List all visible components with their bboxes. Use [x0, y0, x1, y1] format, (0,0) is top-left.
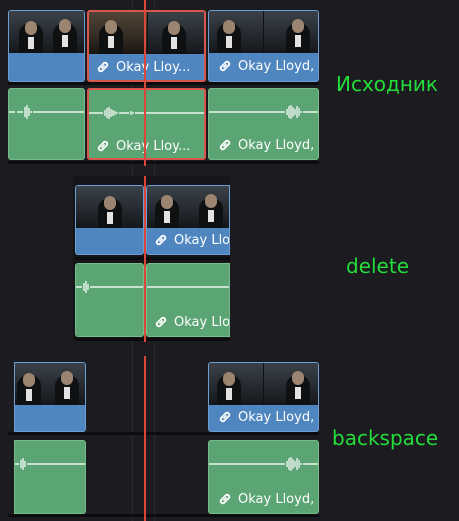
track-divider	[8, 514, 319, 517]
audio-waveform	[147, 286, 229, 288]
thumbnail-frame	[264, 11, 318, 53]
audio-clip[interactable]	[14, 440, 86, 514]
thumbnail-frame	[148, 12, 204, 54]
thumbnail-frame	[89, 12, 148, 54]
clip-label: Okay Llo	[153, 232, 230, 248]
audio-clip[interactable]	[8, 88, 85, 160]
clip-thumbnails	[147, 186, 229, 228]
thumbnail-frame	[76, 186, 143, 228]
link-icon	[219, 411, 231, 423]
clip-name: Okay Lloy...	[116, 59, 191, 75]
track-divider	[8, 161, 319, 164]
selected-video-clip[interactable]: Okay Lloy...	[87, 10, 206, 82]
playhead[interactable]	[144, 356, 146, 521]
thumbnail-frame	[209, 11, 264, 53]
clip-name: Okay Lloy...	[116, 138, 191, 154]
video-clip[interactable]: Okay Llo	[146, 185, 230, 255]
thumbnail-frame	[15, 363, 85, 405]
link-icon	[219, 493, 231, 505]
playhead[interactable]	[144, 176, 146, 342]
audio-waveform	[15, 458, 85, 470]
track-divider	[8, 82, 319, 85]
link-icon	[97, 140, 109, 152]
clip-label: Okay Lloyd,	[217, 137, 314, 153]
section-label-original: Исходник	[336, 72, 439, 96]
clip-thumbnails	[9, 11, 84, 53]
thumbnail-frame	[264, 363, 318, 405]
video-clip[interactable]	[8, 10, 85, 82]
audio-waveform	[209, 105, 318, 119]
clip-thumbnails	[89, 12, 204, 54]
link-icon	[97, 61, 109, 73]
video-clip[interactable]	[14, 362, 86, 432]
audio-clip[interactable]: Okay Lloyd,	[208, 440, 319, 514]
clip-thumbnails	[15, 363, 85, 405]
audio-waveform	[76, 281, 143, 293]
thumbnail-frame	[209, 363, 264, 405]
clip-label: Okay Lloy...	[95, 59, 190, 75]
track-divider	[75, 338, 230, 341]
clip-name: Okay Llo	[174, 232, 230, 248]
clip-thumbnails	[209, 363, 318, 405]
thumbnail-frame	[147, 186, 229, 228]
audio-waveform	[89, 107, 204, 119]
clip-thumbnails	[76, 186, 143, 228]
clip-name: Okay Llo	[174, 314, 230, 330]
audio-clip[interactable]: Okay Llo	[146, 263, 230, 337]
link-icon	[155, 234, 167, 246]
clip-name: Okay Lloyd,	[238, 491, 315, 507]
link-icon	[219, 139, 231, 151]
video-clip[interactable]: Okay Lloyd,	[208, 362, 319, 432]
clip-thumbnails	[209, 11, 318, 53]
clip-label: Okay Lloyd,	[217, 58, 314, 74]
section-label-backspace: backspace	[332, 426, 439, 450]
clip-label: Okay Lloyd,	[217, 409, 314, 425]
playhead[interactable]	[144, 0, 146, 166]
video-clip[interactable]: Okay Lloyd,	[208, 10, 319, 82]
clip-label: Okay Lloyd,	[217, 491, 314, 507]
section-label-delete: delete	[346, 254, 410, 278]
clip-label: Okay Lloy...	[95, 138, 190, 154]
audio-waveform	[209, 457, 318, 471]
link-icon	[219, 60, 231, 72]
track-divider	[75, 257, 230, 260]
clip-name: Okay Lloyd,	[238, 409, 315, 425]
link-icon	[155, 316, 167, 328]
clip-name: Okay Lloyd,	[238, 137, 315, 153]
selected-audio-clip[interactable]: Okay Lloy...	[87, 88, 206, 160]
thumbnail-frame	[9, 11, 84, 53]
clip-label: Okay Llo	[153, 314, 230, 330]
video-clip[interactable]	[75, 185, 144, 255]
audio-waveform	[9, 105, 84, 119]
track-divider	[8, 432, 319, 435]
clip-name: Okay Lloyd,	[238, 58, 315, 74]
audio-clip[interactable]: Okay Lloyd,	[208, 88, 319, 160]
audio-clip[interactable]	[75, 263, 144, 337]
